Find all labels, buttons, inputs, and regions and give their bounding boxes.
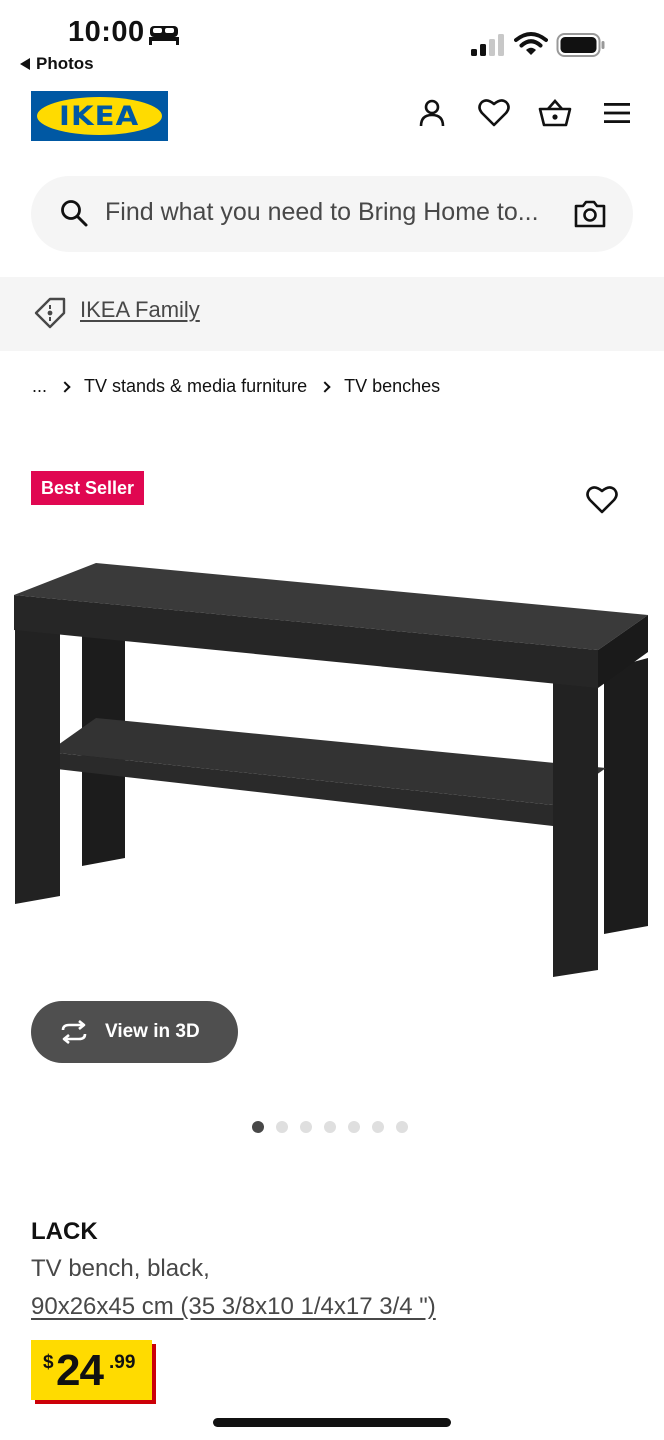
- menu-icon[interactable]: [600, 96, 634, 130]
- favourite-heart-icon[interactable]: [586, 485, 618, 515]
- view-in-3d-label: View in 3D: [105, 1021, 200, 1042]
- back-triangle-icon: [20, 58, 30, 70]
- product-dimensions-link[interactable]: 90x26x45 cm (35 3/8x10 1/4x17 3/4 "): [31, 1293, 436, 1321]
- carousel-dot[interactable]: [348, 1121, 360, 1133]
- product-description: TV bench, black,: [31, 1255, 210, 1282]
- breadcrumb-ellipsis[interactable]: ...: [32, 376, 47, 397]
- carousel-dot[interactable]: [324, 1121, 336, 1133]
- family-tag-icon: [34, 297, 66, 329]
- product-image[interactable]: [0, 540, 664, 990]
- price-decimal: .99: [109, 1352, 136, 1373]
- price-tag: $ 24 .99: [31, 1340, 152, 1400]
- price-integer: 24: [56, 1346, 104, 1395]
- product-name: LACK: [31, 1218, 98, 1245]
- chevron-right-icon: [319, 380, 331, 393]
- back-label: Photos: [36, 54, 94, 73]
- rotate-3d-icon: [61, 1020, 87, 1044]
- image-carousel-dots: [252, 1121, 408, 1133]
- carousel-dot[interactable]: [252, 1121, 264, 1133]
- ikea-logo[interactable]: IKEA: [31, 91, 168, 141]
- chevron-right-icon: [59, 380, 71, 393]
- back-to-photos-link[interactable]: Photos: [20, 54, 94, 74]
- carousel-dot[interactable]: [372, 1121, 384, 1133]
- carousel-dot[interactable]: [396, 1121, 408, 1133]
- logo-oval: IKEA: [37, 97, 162, 135]
- search-icon: [61, 200, 88, 227]
- best-seller-badge: Best Seller: [31, 471, 145, 505]
- status-time: 10:00: [68, 16, 145, 48]
- breadcrumb-item-tv-stands[interactable]: TV stands & media furniture: [84, 376, 307, 397]
- status-bar: 10:00 Photos: [0, 0, 664, 80]
- battery-icon: [556, 33, 605, 57]
- search-input[interactable]: Find what you need to Bring Home to...: [31, 176, 633, 252]
- wifi-icon: [514, 32, 548, 55]
- camera-search-icon[interactable]: [573, 198, 607, 230]
- search-placeholder: Find what you need to Bring Home to...: [105, 198, 539, 226]
- heart-icon[interactable]: [477, 96, 511, 130]
- view-in-3d-button[interactable]: View in 3D: [31, 1001, 238, 1063]
- carousel-dot[interactable]: [276, 1121, 288, 1133]
- breadcrumb-item-tv-benches[interactable]: TV benches: [344, 376, 440, 397]
- carousel-dot[interactable]: [300, 1121, 312, 1133]
- home-indicator[interactable]: [213, 1418, 451, 1427]
- cellular-signal-icon: [471, 34, 504, 56]
- breadcrumb: ... TV stands & media furniture TV bench…: [32, 376, 440, 397]
- basket-icon[interactable]: [538, 96, 572, 130]
- price-currency: $: [43, 1352, 54, 1373]
- logo-text: IKEA: [59, 100, 140, 132]
- bed-icon: [149, 26, 179, 45]
- ikea-family-banner: IKEA Family: [0, 277, 664, 351]
- ikea-family-link[interactable]: IKEA Family: [80, 297, 200, 323]
- account-icon[interactable]: [415, 96, 449, 130]
